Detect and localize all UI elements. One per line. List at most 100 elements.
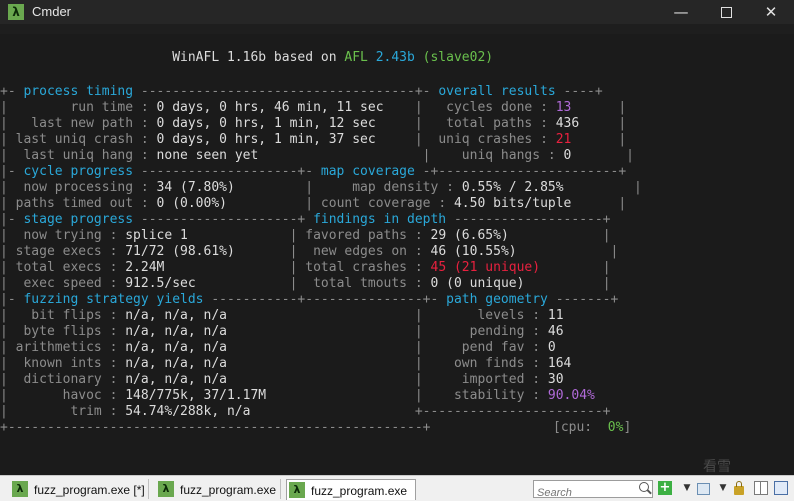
row-pt-1: | last new path : 0 days, 0 hrs, 1 min, … <box>0 116 627 131</box>
fs-value: n/a, n/a, n/a <box>125 372 227 387</box>
pt-label: last new path <box>15 116 134 131</box>
row-sp-1: | stage execs : 71/72 (98.61%) | new edg… <box>0 244 619 259</box>
monitor-icon[interactable] <box>697 483 710 495</box>
pt-value: 0 days, 0 hrs, 1 min, 37 sec <box>156 132 376 147</box>
pt-label: last uniq crash <box>15 132 134 147</box>
sp-label: total execs <box>15 260 102 275</box>
mc-label: count coverage <box>320 196 431 211</box>
sp-value: 2.24M <box>125 260 165 275</box>
lambda-icon: λ <box>289 482 305 498</box>
or-label: total paths <box>438 116 533 131</box>
fs-label: dictionary <box>15 372 102 387</box>
search-box[interactable] <box>533 480 653 500</box>
cpu-meter: [cpu: 0%] <box>553 420 631 436</box>
cycle-progress-title: cycle progress <box>23 164 134 179</box>
cpu-close: ] <box>623 420 632 435</box>
row-fs-2: | arithmetics : n/a, n/a, n/a | pend fav… <box>0 340 556 355</box>
fuzzing-yields-title: fuzzing strategy yields <box>23 292 204 307</box>
tab-fuzz-program-3[interactable]: λ fuzz_program.exe <box>286 479 416 500</box>
row-sp-3: | exec speed : 912.5/sec | total tmouts … <box>0 276 611 291</box>
fs-label: bit flips <box>15 308 102 323</box>
pg-label: imported <box>453 372 525 387</box>
cpu-value: 0% <box>607 420 624 435</box>
afl-header: WinAFL 1.16b based on AFL 2.43b (slave02… <box>0 50 493 66</box>
fs-value: 54.74%/288k, n/a <box>125 404 251 419</box>
pt-value: 0 days, 0 hrs, 1 min, 12 sec <box>156 116 376 131</box>
or-value: 13 <box>555 100 572 115</box>
minimize-button[interactable]: — <box>658 0 704 24</box>
fs-value: n/a, n/a, n/a <box>125 340 227 355</box>
fd-label: total crashes <box>305 260 408 275</box>
overall-results-title: overall results <box>438 84 556 99</box>
split-view-icon[interactable] <box>754 481 768 495</box>
lambda-icon: λ <box>12 481 28 497</box>
or-value: 21 <box>555 132 572 147</box>
fs-value: n/a, n/a, n/a <box>125 324 227 339</box>
cp-label: paths timed out <box>15 196 134 211</box>
row-fs-5: | havoc : 148/775k, 37/1.17M | stability… <box>0 388 595 403</box>
map-coverage-title: map coverage <box>320 164 415 179</box>
sp-label: stage execs <box>15 244 102 259</box>
tab-label: fuzz_program.exe [*] <box>34 483 145 497</box>
kanxue-watermark: 看雪 <box>703 459 731 475</box>
row-pt-0: | run time : 0 days, 0 hrs, 46 min, 11 s… <box>0 100 627 115</box>
title-bar: λ Cmder — ✕ <box>0 0 794 24</box>
pg-label: pend fav <box>453 340 525 355</box>
scrollback-remnant <box>0 24 794 34</box>
process-timing-title: process timing <box>23 84 134 99</box>
box-mid-border-3: |- fuzzing strategy yields -----------+-… <box>0 292 619 307</box>
fs-value: 148/775k, 37/1.17M <box>125 388 267 403</box>
new-console-button[interactable]: + <box>658 481 672 495</box>
close-button[interactable]: ✕ <box>748 0 794 24</box>
fd-value: 46 (10.55%) <box>430 244 517 259</box>
pg-value: 30 <box>547 372 564 387</box>
header-prefix: WinAFL 1.16b based on <box>172 50 345 65</box>
or-value: 436 <box>555 116 580 131</box>
or-label: uniq crashes <box>438 132 533 147</box>
fs-label: trim <box>15 404 102 419</box>
pg-label: levels <box>453 308 525 323</box>
path-geometry-title: path geometry <box>446 292 548 307</box>
search-input[interactable] <box>534 486 640 500</box>
pg-value: 46 <box>547 324 564 339</box>
fd-value: 29 (6.65%) <box>430 228 509 243</box>
sp-label: now trying <box>15 228 102 243</box>
row-fs-3: | known ints : n/a, n/a, n/a | own finds… <box>0 356 572 371</box>
tab-fuzz-program-2[interactable]: λ fuzz_program.exe <box>156 479 281 499</box>
new-console-dropdown-icon[interactable]: ▼ <box>680 481 694 495</box>
header-afl: AFL <box>344 50 368 65</box>
fd-label: favored paths <box>305 228 408 243</box>
stage-progress-title: stage progress <box>23 212 134 227</box>
search-icon[interactable] <box>639 482 649 492</box>
row-cp-1: | paths timed out : 0 (0.00%) | count co… <box>0 196 627 211</box>
monitor-dropdown-icon[interactable]: ▼ <box>716 481 730 495</box>
row-fs-1: | byte flips : n/a, n/a, n/a | pending :… <box>0 324 564 339</box>
row-fs-0: | bit flips : n/a, n/a, n/a | levels : 1… <box>0 308 564 323</box>
terminal-output[interactable]: WinAFL 1.16b based on AFL 2.43b (slave02… <box>0 34 794 475</box>
row-sp-0: | now trying : splice 1 | favored paths … <box>0 228 611 243</box>
fs-label: arithmetics <box>15 340 102 355</box>
pg-label: stability <box>453 388 525 403</box>
sp-value: 71/72 (98.61%) <box>125 244 235 259</box>
fs-value: n/a, n/a, n/a <box>125 356 227 371</box>
cmder-lambda-icon[interactable]: λ <box>8 4 24 20</box>
mc-label: map density <box>328 180 439 195</box>
sp-value: 912.5/sec <box>125 276 196 291</box>
header-slave: (slave02) <box>422 50 494 65</box>
tab-fuzz-program-1[interactable]: λ fuzz_program.exe [*] <box>10 479 149 499</box>
box-mid-border-2: |- stage progress --------------------+ … <box>0 212 611 227</box>
lock-icon[interactable] <box>734 481 744 495</box>
pt-value: 0 days, 0 hrs, 46 min, 11 sec <box>156 100 384 115</box>
menu-icon[interactable] <box>774 481 788 495</box>
pt-label: run time <box>15 100 134 115</box>
tab-label: fuzz_program.exe <box>311 484 408 498</box>
row-fs-4: | dictionary : n/a, n/a, n/a | imported … <box>0 372 564 387</box>
or-value: 0 <box>563 148 572 163</box>
pg-value: 0 <box>547 340 556 355</box>
maximize-button[interactable] <box>703 0 749 24</box>
pt-label: last uniq hang <box>15 148 134 163</box>
pg-value: 164 <box>547 356 572 371</box>
fd-value: 0 (0 unique) <box>430 276 525 291</box>
row-sp-2: | total execs : 2.24M | total crashes : … <box>0 260 611 275</box>
fs-label: known ints <box>15 356 102 371</box>
